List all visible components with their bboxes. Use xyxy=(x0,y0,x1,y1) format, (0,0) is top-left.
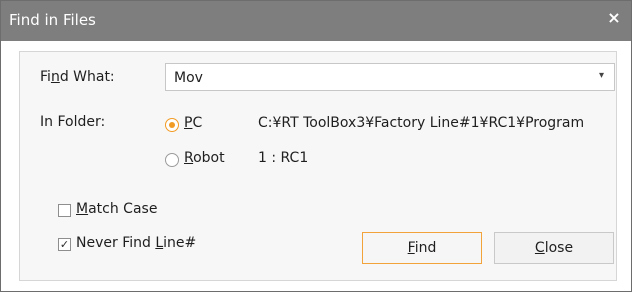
robot-radio-label[interactable]: Robot xyxy=(184,150,225,166)
search-panel: Find What: Mov ▾ In Folder: PC C:¥RT Too… xyxy=(19,51,617,281)
match-case-label[interactable]: Match Case xyxy=(76,201,157,217)
in-folder-label: In Folder: xyxy=(40,114,106,130)
never-find-line-label[interactable]: Never Find Line# xyxy=(76,235,196,251)
dialog-title: Find in Files xyxy=(9,11,96,29)
pc-radio[interactable] xyxy=(165,118,179,132)
close-icon[interactable]: × xyxy=(605,9,623,27)
find-what-value: Mov xyxy=(174,70,203,86)
find-what-combobox[interactable]: Mov ▾ xyxy=(165,63,615,91)
title-bar[interactable]: Find in Files × xyxy=(1,1,631,41)
close-button[interactable]: Close xyxy=(494,232,614,264)
chevron-down-icon[interactable]: ▾ xyxy=(599,70,604,81)
robot-radio[interactable] xyxy=(165,153,179,167)
find-button[interactable]: Find xyxy=(362,232,482,264)
robot-target: 1 : RC1 xyxy=(258,150,309,166)
pc-radio-label[interactable]: PC xyxy=(184,115,202,131)
match-case-checkbox[interactable] xyxy=(58,204,71,217)
find-what-label: Find What: xyxy=(40,69,115,85)
never-find-line-checkbox[interactable]: ✓ xyxy=(58,238,71,251)
pc-path: C:¥RT ToolBox3¥Factory Line#1¥RC1¥Progra… xyxy=(258,115,585,131)
find-in-files-dialog: Find in Files × Find What: Mov ▾ In Fold… xyxy=(0,0,632,292)
